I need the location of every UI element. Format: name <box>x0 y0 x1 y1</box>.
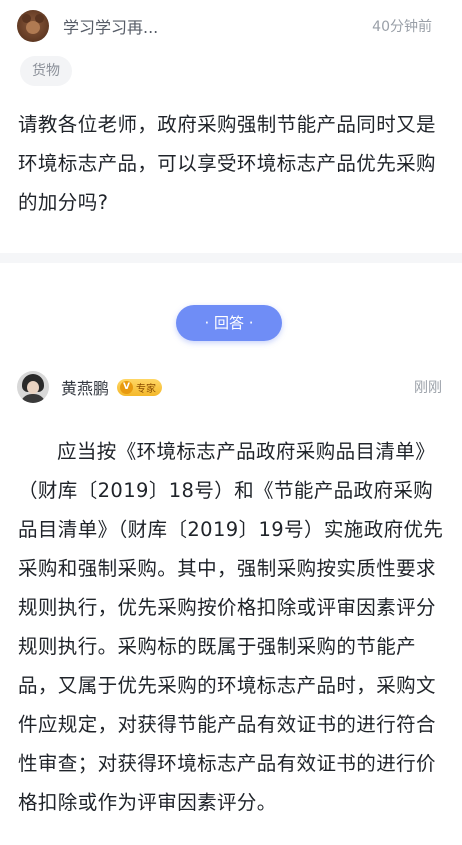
qa-page: 学习学习再... 40分钟前 货物 请教各位老师，政府采购强制节能产品同时又是环… <box>0 0 462 845</box>
asker-avatar[interactable] <box>17 10 49 42</box>
answer-timestamp: 刚刚 <box>414 380 442 396</box>
verified-v-icon: V <box>120 380 134 394</box>
section-divider <box>0 253 462 263</box>
avatar-face <box>27 381 39 394</box>
avatar-bear-face <box>26 21 40 34</box>
question-text: 请教各位老师，政府采购强制节能产品同时又是环境标志产品，可以享受环境标志产品优先… <box>18 113 436 214</box>
avatar-body <box>20 394 46 403</box>
answer-section-label[interactable]: · 回答 · <box>176 305 282 341</box>
answerer-avatar[interactable] <box>17 371 49 403</box>
asker-name[interactable]: 学习学习再... <box>63 14 372 38</box>
question-timestamp: 40分钟前 <box>372 19 432 35</box>
expert-badge-label: 专家 <box>136 383 157 395</box>
question-header: 学习学习再... 40分钟前 <box>17 10 432 42</box>
answer-text: 应当按《环境标志产品政府采购品目清单》（财库〔2019〕18号）和《节能产品政府… <box>18 440 444 814</box>
answer-header: 黄燕鹏 V 专家 刚刚 <box>17 371 442 403</box>
answerer-name[interactable]: 黄燕鹏 <box>61 375 109 399</box>
category-tag[interactable]: 货物 <box>20 56 72 86</box>
expert-badge: V 专家 <box>117 378 163 396</box>
